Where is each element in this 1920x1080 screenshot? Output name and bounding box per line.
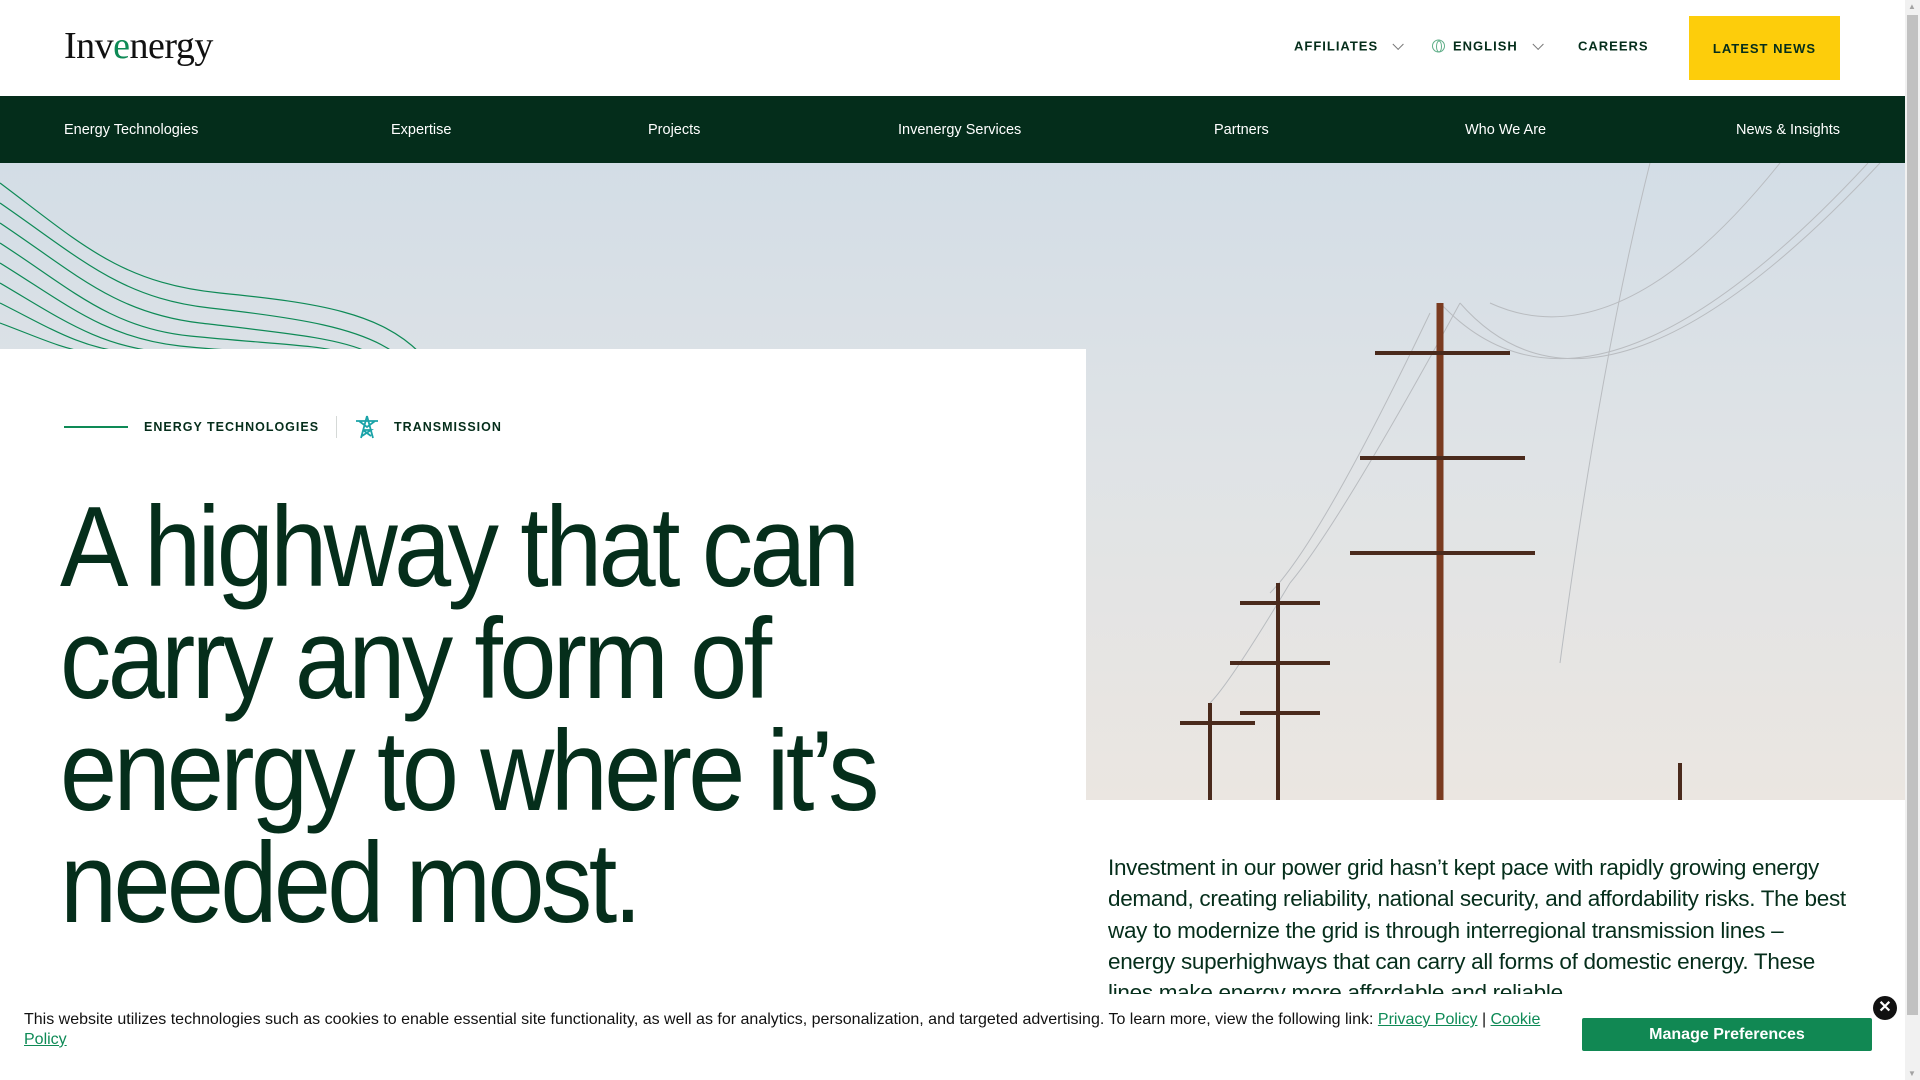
- nav-expertise[interactable]: Expertise: [391, 122, 451, 138]
- manage-preferences-button[interactable]: Manage Preferences: [1582, 1018, 1872, 1051]
- privacy-policy-link[interactable]: Privacy Policy: [1378, 1011, 1478, 1028]
- nav-energy-technologies[interactable]: Energy Technologies: [64, 122, 198, 138]
- globe-icon: [1432, 39, 1445, 53]
- header: Invenergy AFFILIATES ENGLISH CAREERS LAT…: [0, 0, 1905, 96]
- breadcrumb-divider: [336, 416, 338, 438]
- intro-paragraph: Investment in our power grid hasn’t kept…: [1108, 855, 1846, 1006]
- latest-news-button[interactable]: LATEST NEWS: [1689, 16, 1840, 80]
- careers-link[interactable]: CAREERS: [1578, 39, 1649, 54]
- nav-news-insights[interactable]: News & Insights: [1736, 122, 1840, 138]
- breadcrumb-parent[interactable]: ENERGY TECHNOLOGIES: [144, 420, 319, 434]
- nav-who-we-are[interactable]: Who We Are: [1465, 122, 1546, 138]
- chevron-down-icon: [1532, 38, 1544, 50]
- scrollbar[interactable]: ▲ ▼: [1905, 0, 1920, 1080]
- chevron-down-icon: [1392, 38, 1404, 50]
- cookie-banner: This website utilizes technologies such …: [0, 994, 1905, 1080]
- nav-invenergy-services[interactable]: Invenergy Services: [898, 122, 1021, 138]
- breadcrumb: ENERGY TECHNOLOGIES TRANSMISSION: [64, 415, 502, 439]
- nav-projects[interactable]: Projects: [648, 122, 700, 138]
- language-dropdown[interactable]: ENGLISH: [1432, 38, 1544, 54]
- main-nav: Energy Technologies Expertise Projects I…: [0, 96, 1905, 163]
- affiliates-dropdown[interactable]: AFFILIATES: [1294, 38, 1404, 54]
- breadcrumb-line: [64, 426, 128, 428]
- scrollbar-thumb[interactable]: [1907, 15, 1918, 1015]
- logo[interactable]: Invenergy: [64, 24, 213, 68]
- scroll-down-icon[interactable]: ▼: [1908, 1069, 1916, 1078]
- scroll-up-icon[interactable]: ▲: [1908, 2, 1916, 11]
- transmission-tower-icon: [356, 415, 379, 439]
- breadcrumb-current: TRANSMISSION: [394, 420, 502, 434]
- nav-partners[interactable]: Partners: [1214, 122, 1269, 138]
- decorative-waves: [0, 182, 420, 353]
- page-headline: A highway that can carry any form of ene…: [60, 484, 879, 947]
- cookie-message: This website utilizes technologies such …: [24, 1011, 1541, 1048]
- close-icon[interactable]: ✕: [1873, 996, 1897, 1020]
- page: Invenergy AFFILIATES ENGLISH CAREERS LAT…: [0, 0, 1905, 1080]
